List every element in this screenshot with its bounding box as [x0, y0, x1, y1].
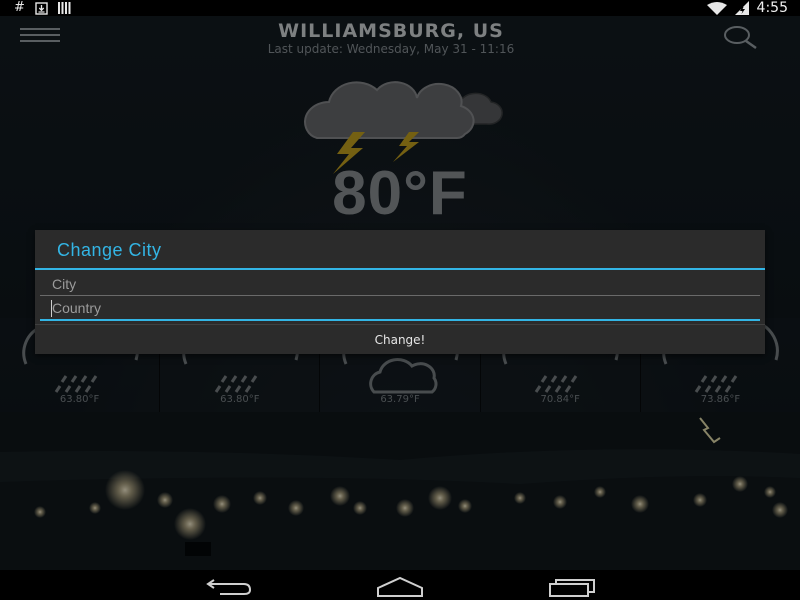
wifi-icon — [706, 1, 727, 15]
battery-charging-icon — [734, 1, 749, 15]
hash-icon: # — [14, 0, 25, 15]
country-input[interactable] — [40, 297, 760, 321]
status-bar: # 4:55 — [0, 0, 800, 16]
download-icon — [35, 1, 48, 15]
dialog-title-divider — [35, 268, 765, 270]
status-time: 4:55 — [756, 0, 788, 16]
recents-icon[interactable] — [540, 572, 600, 598]
barcode-icon — [57, 2, 71, 14]
change-button[interactable]: Change! — [35, 325, 765, 354]
dialog-title: Change City — [57, 240, 162, 260]
change-city-dialog: Change City Change! — [35, 230, 765, 354]
home-icon[interactable] — [370, 572, 430, 598]
city-input[interactable] — [40, 272, 760, 296]
text-cursor — [51, 300, 52, 317]
navigation-bar — [0, 570, 800, 600]
back-icon[interactable] — [200, 572, 260, 598]
